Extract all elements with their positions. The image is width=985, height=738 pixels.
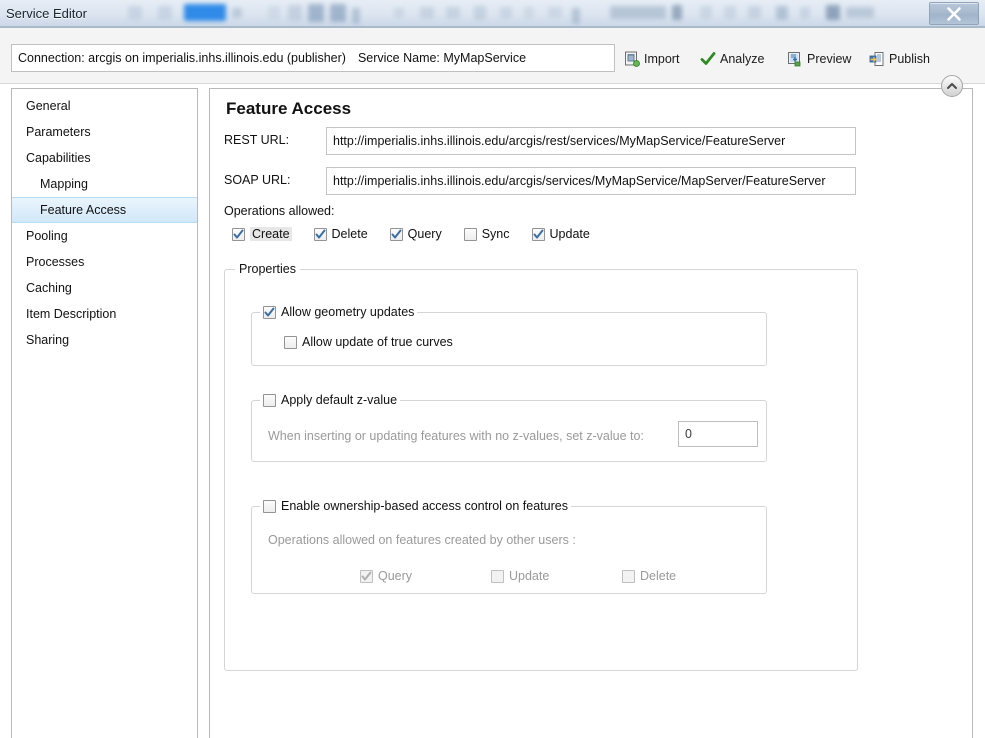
checkbox-query[interactable]: Query [389, 227, 442, 241]
checkbox-ownership-query-label: Query [378, 569, 413, 583]
checkbox-create-label: Create [250, 227, 292, 241]
publish-button[interactable]: Publish [869, 48, 930, 70]
checkbox-apply-default-zvalue-label: Apply default z-value [281, 393, 398, 407]
operations-allowed-label: Operations allowed: [224, 204, 335, 218]
checkbox-enable-ownership-access[interactable]: Enable ownership-based access control on… [263, 499, 568, 513]
preview-icon [788, 52, 801, 67]
check-icon [361, 571, 372, 580]
checkbox-ownership-query-box [360, 569, 373, 583]
checkbox-query-label: Query [407, 227, 442, 241]
checkbox-delete-label: Delete [331, 227, 368, 241]
properties-group: Properties Allow geometry updates Allow … [224, 262, 858, 671]
sidebar-item-sharing[interactable]: Sharing [12, 327, 197, 353]
rest-url-field[interactable]: http://imperialis.inhs.illinois.edu/arcg… [326, 127, 856, 155]
checkbox-enable-ownership-access-label: Enable ownership-based access control on… [281, 499, 568, 513]
checkbox-query-box [389, 227, 403, 241]
sidebar-item-pooling[interactable]: Pooling [12, 223, 197, 249]
preview-button[interactable]: Preview [787, 48, 851, 70]
sidebar-item-parameters[interactable]: Parameters [12, 119, 197, 145]
checkbox-ownership-update-label: Update [509, 569, 550, 583]
checkbox-update-label: Update [549, 227, 590, 241]
checkbox-allow-true-curves-box [284, 335, 297, 349]
checkbox-allow-true-curves-label: Allow update of true curves [302, 335, 453, 349]
checkbox-apply-default-zvalue-box [263, 393, 276, 407]
connection-info-box: Connection: arcgis on imperialis.inhs.il… [11, 44, 615, 72]
ownership-operations-row: Query Update Delete [360, 569, 780, 583]
check-icon [700, 52, 716, 65]
checkbox-update[interactable]: Update [531, 227, 590, 241]
analyze-label: Analyze [720, 51, 765, 66]
checkbox-allow-geometry-updates-label: Allow geometry updates [281, 305, 415, 319]
soap-url-label: SOAP URL: [224, 173, 291, 187]
check-icon [533, 229, 544, 238]
ownership-hint: Operations allowed on features created b… [268, 533, 576, 547]
sidebar-nav: General Parameters Capabilities Mapping … [11, 88, 198, 738]
service-editor-window: Service Editor Connection: arcgis on imp… [0, 0, 985, 738]
publish-label: Publish [889, 51, 930, 66]
checkbox-enable-ownership-access-box [263, 499, 276, 513]
checkbox-ownership-query[interactable]: Query [360, 569, 491, 583]
checkbox-ownership-delete-label: Delete [640, 569, 677, 583]
sidebar-item-item-description[interactable]: Item Description [12, 301, 197, 327]
check-icon [264, 307, 275, 316]
import-label: Import [644, 51, 680, 66]
chevron-up-icon [947, 83, 957, 89]
sidebar-item-feature-access[interactable]: Feature Access [12, 197, 197, 223]
import-button[interactable]: Import [624, 48, 679, 70]
checkbox-ownership-update-box [491, 569, 504, 583]
checkbox-ownership-update[interactable]: Update [491, 569, 622, 583]
window-title: Service Editor [6, 6, 87, 21]
checkbox-apply-default-zvalue[interactable]: Apply default z-value [263, 393, 397, 407]
geometry-updates-title: Allow geometry updates [260, 305, 418, 322]
sidebar-item-mapping[interactable]: Mapping [12, 171, 197, 197]
collapse-button[interactable] [941, 75, 963, 97]
feature-access-panel: Feature Access REST URL: http://imperial… [209, 88, 973, 738]
command-bar: Connection: arcgis on imperialis.inhs.il… [0, 28, 985, 97]
ownership-access-group: Enable ownership-based access control on… [251, 499, 767, 594]
operations-allowed-row: Create Delete Query Sync Update [232, 227, 590, 241]
checkbox-sync-label: Sync [481, 227, 510, 241]
preview-label: Preview [807, 51, 852, 66]
soap-url-field[interactable]: http://imperialis.inhs.illinois.edu/arcg… [326, 167, 856, 195]
check-icon [391, 229, 402, 238]
checkbox-ownership-delete[interactable]: Delete [622, 569, 753, 583]
sidebar-item-general[interactable]: General [12, 93, 197, 119]
checkbox-delete[interactable]: Delete [313, 227, 368, 241]
rest-url-label: REST URL: [224, 133, 290, 147]
connection-text: Connection: arcgis on imperialis.inhs.il… [18, 51, 346, 65]
checkbox-create[interactable]: Create [232, 227, 292, 241]
checkbox-ownership-delete-box [622, 569, 635, 583]
default-zvalue-title: Apply default z-value [260, 393, 401, 410]
checkbox-allow-geometry-updates[interactable]: Allow geometry updates [263, 305, 414, 319]
checkbox-delete-box [313, 227, 327, 241]
sidebar-item-capabilities[interactable]: Capabilities [12, 145, 197, 171]
close-button[interactable] [929, 2, 979, 25]
page-title: Feature Access [226, 99, 352, 118]
service-name-text: Service Name: MyMapService [357, 51, 527, 65]
zvalue-hint: When inserting or updating features with… [268, 429, 644, 443]
checkbox-allow-geometry-updates-box [263, 305, 276, 319]
checkbox-allow-true-curves[interactable]: Allow update of true curves [284, 335, 453, 349]
sidebar-item-caching[interactable]: Caching [12, 275, 197, 301]
titlebar: Service Editor [0, 0, 985, 30]
import-icon [625, 51, 640, 67]
publish-icon [869, 52, 884, 66]
sidebar-item-processes[interactable]: Processes [12, 249, 197, 275]
checkbox-update-box [531, 227, 545, 241]
close-icon [947, 6, 961, 21]
ownership-access-title: Enable ownership-based access control on… [260, 499, 571, 516]
analyze-button[interactable]: Analyze [700, 48, 764, 70]
properties-group-title: Properties [235, 262, 300, 276]
check-icon [315, 229, 326, 238]
checkbox-sync-box [463, 227, 477, 241]
geometry-updates-group: Allow geometry updates Allow update of t… [251, 305, 767, 366]
default-zvalue-group: Apply default z-value When inserting or … [251, 393, 767, 462]
checkbox-sync[interactable]: Sync [463, 227, 510, 241]
zvalue-input[interactable]: 0 [678, 421, 758, 447]
check-icon [233, 229, 244, 238]
checkbox-create-box [232, 227, 245, 241]
